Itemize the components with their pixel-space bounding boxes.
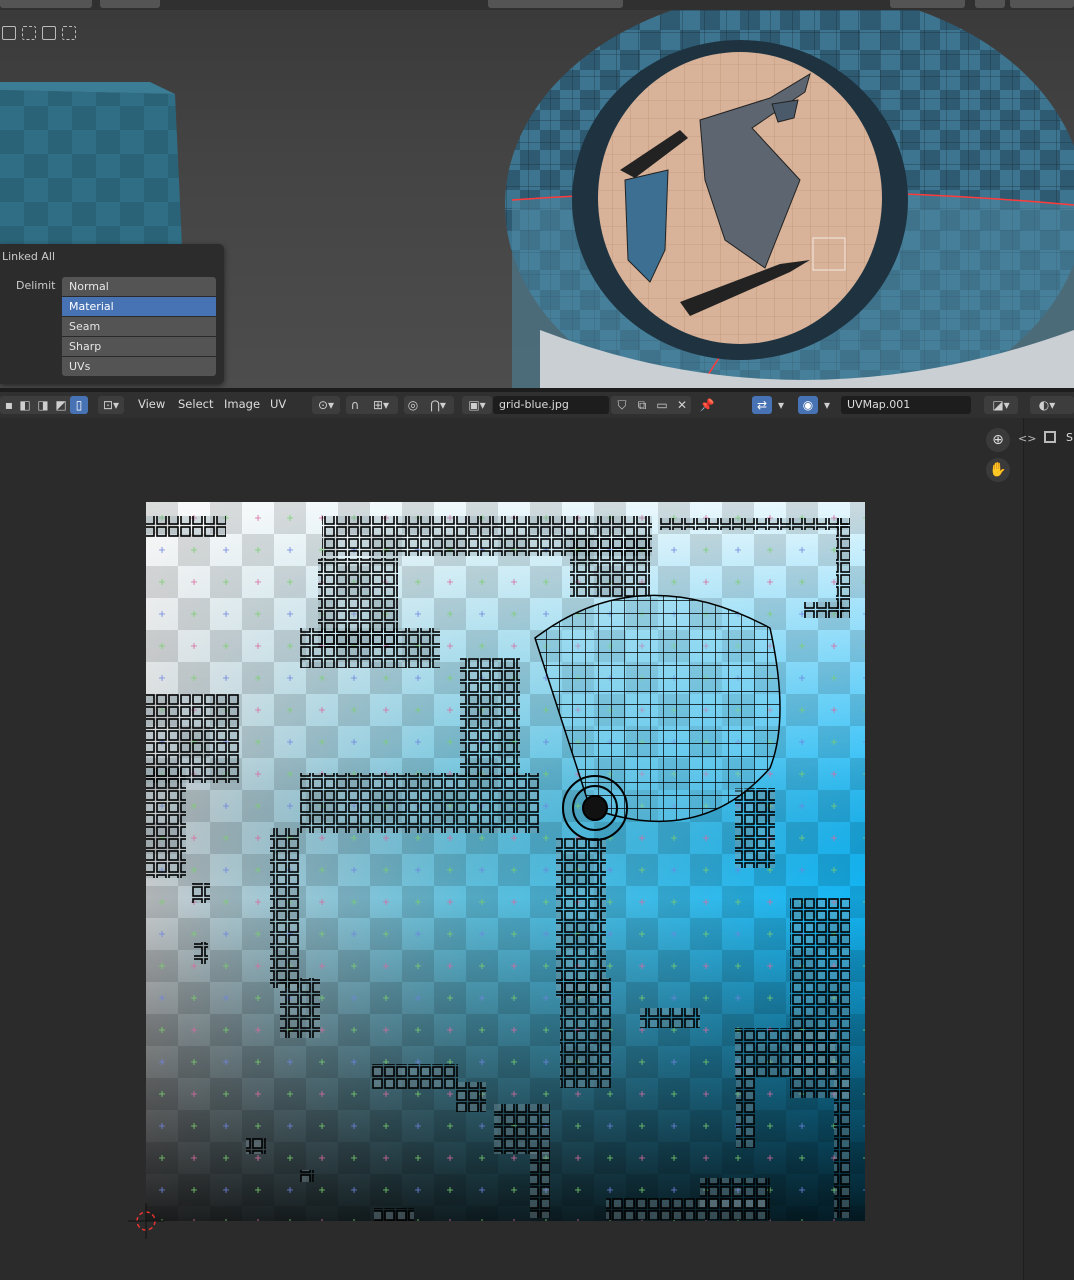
overlay-button[interactable]: ◉ — [798, 396, 818, 414]
orientation-dropdown[interactable] — [890, 0, 965, 8]
select-box-icon[interactable] — [2, 26, 16, 40]
gizmo-dropdown[interactable]: ◐▾ — [1030, 396, 1074, 414]
face-select-icon[interactable]: ◨ — [36, 396, 50, 414]
island-select-icon[interactable]: ◩ — [54, 396, 68, 414]
select-subtract-icon[interactable] — [42, 26, 56, 40]
menu-image[interactable]: Image — [224, 397, 260, 411]
snap-target-icon[interactable]: ⊞▾ — [364, 396, 398, 414]
n-sidebar: <> Si — [1018, 418, 1074, 1280]
fake-user-icon[interactable]: ⛉ — [613, 396, 631, 414]
overlay-icon: ◉ — [802, 398, 814, 412]
sidebar-toggle-icon[interactable]: <> — [1018, 432, 1036, 445]
gizmo-icon: ◐▾ — [1038, 398, 1056, 412]
vertex-select-icon[interactable]: ▪ — [2, 396, 16, 414]
snap-icon[interactable]: ∩ — [346, 396, 364, 414]
image-browse-icon: ▣▾ — [468, 398, 486, 412]
pin-icon[interactable]: 📌 — [698, 396, 716, 414]
display-channels-dropdown[interactable]: ◪▾ — [984, 396, 1018, 414]
menu-select[interactable]: Select — [178, 397, 213, 411]
chevron-down-icon[interactable]: ▾ — [820, 396, 834, 414]
uv-canvas[interactable] — [0, 418, 1021, 1280]
uv-sync-button[interactable]: ⇄ — [752, 396, 772, 414]
unlink-image-icon[interactable]: ✕ — [673, 396, 691, 414]
top-header — [0, 0, 1074, 10]
zoom-icon[interactable]: ⊕ — [986, 428, 1010, 452]
image-browse-dropdown[interactable]: ▣▾ — [462, 396, 492, 414]
mode-dropdown[interactable] — [0, 0, 92, 8]
select-invert-icon[interactable] — [62, 26, 76, 40]
uv-editor-header: ▪ ◧ ◨ ◩ ▯ ⊡▾ View Select Image UV ⊙▾ ∩ ⊞… — [0, 392, 1074, 418]
delimit-option-normal[interactable]: Normal — [62, 277, 216, 297]
sticky-mode-icon: ⊡▾ — [102, 398, 120, 412]
duplicate-image-icon[interactable]: ⧉ — [633, 396, 651, 414]
viewport-select-tools — [0, 24, 82, 44]
uv-sync-icon: ⇄ — [756, 398, 768, 412]
pan-hand-icon[interactable]: ✋ — [986, 458, 1010, 482]
delimit-option-material[interactable]: Material — [62, 297, 216, 317]
menu-view[interactable]: View — [138, 397, 165, 411]
delimit-option-seam[interactable]: Seam — [62, 317, 216, 337]
sticky-mode-dropdown[interactable]: ⊡▾ — [98, 396, 124, 414]
pivot-dropdown[interactable]: ⊙▾ — [312, 396, 340, 414]
frame-all-icon[interactable] — [1044, 431, 1056, 443]
redo-panel-title[interactable]: Linked All — [2, 250, 55, 263]
menu-uv[interactable]: UV — [270, 397, 286, 411]
proportional-button[interactable] — [1010, 0, 1074, 8]
proportional-controls[interactable]: ◎ ⋂▾ — [404, 396, 454, 414]
delimit-label: Delimit — [16, 279, 56, 292]
proportional-edit-icon[interactable]: ◎ — [404, 396, 422, 414]
redo-panel: Linked All Delimit Normal Material Seam … — [0, 244, 224, 384]
sticky-select-icon: ▯ — [75, 398, 83, 412]
display-channels-icon: ◪▾ — [992, 398, 1010, 412]
image-name-field[interactable]: grid-blue.jpg — [493, 396, 609, 414]
select-extend-icon[interactable] — [22, 26, 36, 40]
sticky-select-button[interactable]: ▯ — [70, 396, 88, 414]
open-image-icon[interactable]: ▭ — [653, 396, 671, 414]
delimit-options: Normal Material Seam Sharp UVs — [62, 277, 216, 376]
transform-dropdown[interactable] — [488, 0, 623, 8]
chevron-down-icon[interactable]: ▾ — [774, 396, 788, 414]
select-mode-buttons[interactable] — [100, 0, 160, 8]
delimit-option-uvs[interactable]: UVs — [62, 357, 216, 376]
uv-editor-area[interactable]: ⊕ ✋ — [0, 418, 1021, 1280]
falloff-icon[interactable]: ⋂▾ — [424, 396, 452, 414]
snap-button[interactable] — [975, 0, 1005, 8]
pivot-icon: ⊙▾ — [317, 398, 335, 412]
sidebar-tab-label[interactable]: Si — [1066, 431, 1074, 444]
edge-select-icon[interactable]: ◧ — [18, 396, 32, 414]
uv-map-field[interactable]: UVMap.001 — [841, 396, 971, 414]
snap-controls[interactable]: ∩ ⊞▾ — [346, 396, 398, 414]
image-actions: ⛉ ⧉ ▭ ✕ — [611, 396, 691, 414]
delimit-option-sharp[interactable]: Sharp — [62, 337, 216, 357]
